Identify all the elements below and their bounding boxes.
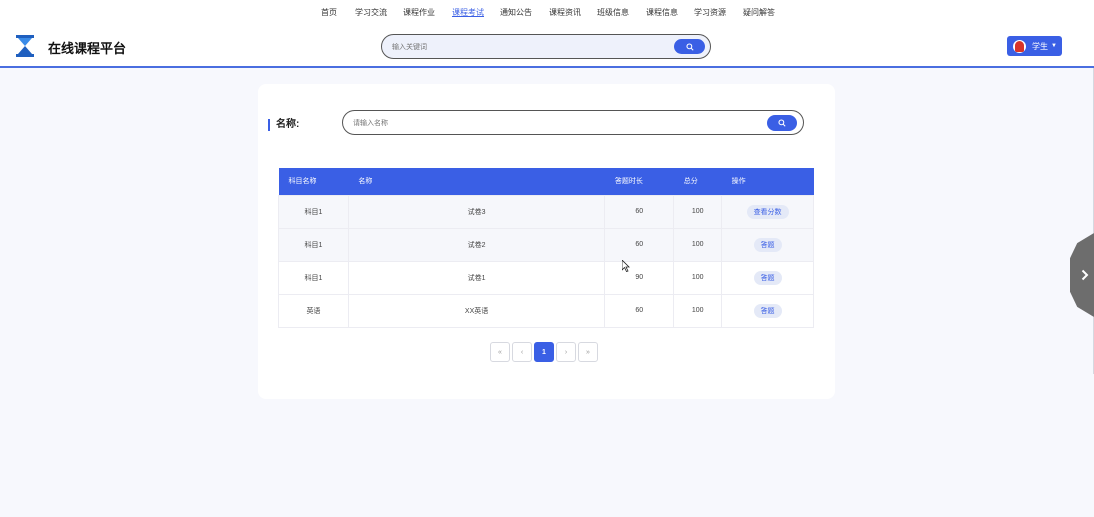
name-search-button[interactable]	[767, 115, 797, 131]
nav-item-homework[interactable]: 课程作业	[403, 7, 435, 18]
cell-score: 100	[673, 194, 723, 229]
cell-action: 查看分数	[721, 194, 814, 229]
hourglass-icon	[16, 35, 34, 57]
nav-item-forum[interactable]: 学习交流	[355, 7, 387, 18]
cell-name: 试卷1	[347, 260, 606, 295]
user-menu-button[interactable]: 学生 ▼	[1007, 36, 1062, 56]
mouse-cursor-icon	[622, 260, 630, 272]
nav-item-news[interactable]: 课程资讯	[549, 7, 581, 18]
prev-page-button[interactable]: ‹	[512, 342, 532, 362]
column-header-subject: 科目名称	[278, 168, 349, 195]
answer-button[interactable]: 答题	[753, 303, 782, 318]
cell-action: 答题	[721, 293, 814, 328]
page-button-current[interactable]: 1	[534, 342, 554, 362]
global-search	[381, 34, 711, 59]
search-icon	[778, 119, 786, 127]
global-search-button[interactable]	[674, 39, 705, 54]
column-header-action: 操作	[721, 168, 814, 195]
avatar	[1013, 39, 1026, 53]
top-nav: 首页 学习交流 课程作业 课程考试 通知公告 课程资讯 班级信息 课程信息 学习…	[0, 7, 1094, 21]
table-header-row: 科目名称 名称 答题时长 总分 操作	[278, 168, 814, 195]
nav-item-notice[interactable]: 通知公告	[500, 7, 532, 18]
global-search-input[interactable]	[392, 40, 662, 54]
column-header-name: 名称	[348, 168, 605, 195]
exam-card: 名称: 科目名称 名称 答题时长 总分 操作 科目1 试卷3 60 100	[258, 84, 835, 399]
chevron-right-icon	[1081, 269, 1089, 281]
header: 首页 学习交流 课程作业 课程考试 通知公告 课程资讯 班级信息 课程信息 学习…	[0, 0, 1094, 68]
cell-name: XX英语	[347, 293, 606, 328]
pagination: « ‹ 1 › »	[490, 342, 598, 362]
cell-score: 100	[673, 227, 723, 262]
table-row: 科目1 试卷3 60 100 查看分数	[278, 194, 814, 229]
first-page-button[interactable]: «	[490, 342, 510, 362]
cell-score: 100	[673, 260, 723, 295]
nav-item-resources[interactable]: 学习资源	[694, 7, 726, 18]
chevron-down-icon: ▼	[1051, 43, 1057, 49]
name-search	[342, 110, 804, 135]
cell-action: 答题	[721, 227, 814, 262]
nav-item-class[interactable]: 班级信息	[597, 7, 629, 18]
answer-button[interactable]: 答题	[753, 270, 782, 285]
table-row: 英语 XX英语 60 100 答题	[278, 293, 814, 328]
answer-button[interactable]: 答题	[753, 237, 782, 252]
search-icon	[685, 42, 694, 51]
cell-name: 试卷2	[347, 227, 606, 262]
cell-name: 试卷3	[347, 194, 606, 229]
cell-duration: 60	[604, 293, 675, 328]
cell-duration: 60	[604, 194, 675, 229]
table-row: 科目1 试卷1 90 100 答题	[278, 260, 814, 295]
nav-item-qa[interactable]: 疑问解答	[743, 7, 775, 18]
nav-item-home[interactable]: 首页	[321, 7, 337, 18]
cell-subject: 英语	[278, 293, 349, 328]
name-filter-label: 名称:	[268, 119, 299, 131]
cell-duration: 90	[604, 260, 675, 295]
cell-score: 100	[673, 293, 723, 328]
brand-title: 在线课程平台	[48, 41, 127, 56]
column-header-duration: 答题时长	[604, 168, 674, 195]
cell-duration: 60	[604, 227, 675, 262]
side-panel-toggle[interactable]	[1070, 233, 1094, 317]
user-label: 学生	[1032, 41, 1048, 51]
cell-action: 答题	[721, 260, 814, 295]
cell-subject: 科目1	[278, 260, 349, 295]
view-score-button[interactable]: 查看分数	[746, 204, 789, 219]
nav-item-course[interactable]: 课程信息	[646, 7, 678, 18]
last-page-button[interactable]: »	[578, 342, 598, 362]
table-row: 科目1 试卷2 60 100 答题	[278, 227, 814, 262]
cell-subject: 科目1	[278, 194, 349, 229]
cell-subject: 科目1	[278, 227, 349, 262]
nav-item-exam[interactable]: 课程考试	[452, 7, 484, 18]
column-header-score: 总分	[673, 168, 722, 195]
next-page-button[interactable]: ›	[556, 342, 576, 362]
name-search-input[interactable]	[353, 116, 753, 130]
exam-table: 科目名称 名称 答题时长 总分 操作 科目1 试卷3 60 100 查看分数 科…	[278, 168, 814, 328]
